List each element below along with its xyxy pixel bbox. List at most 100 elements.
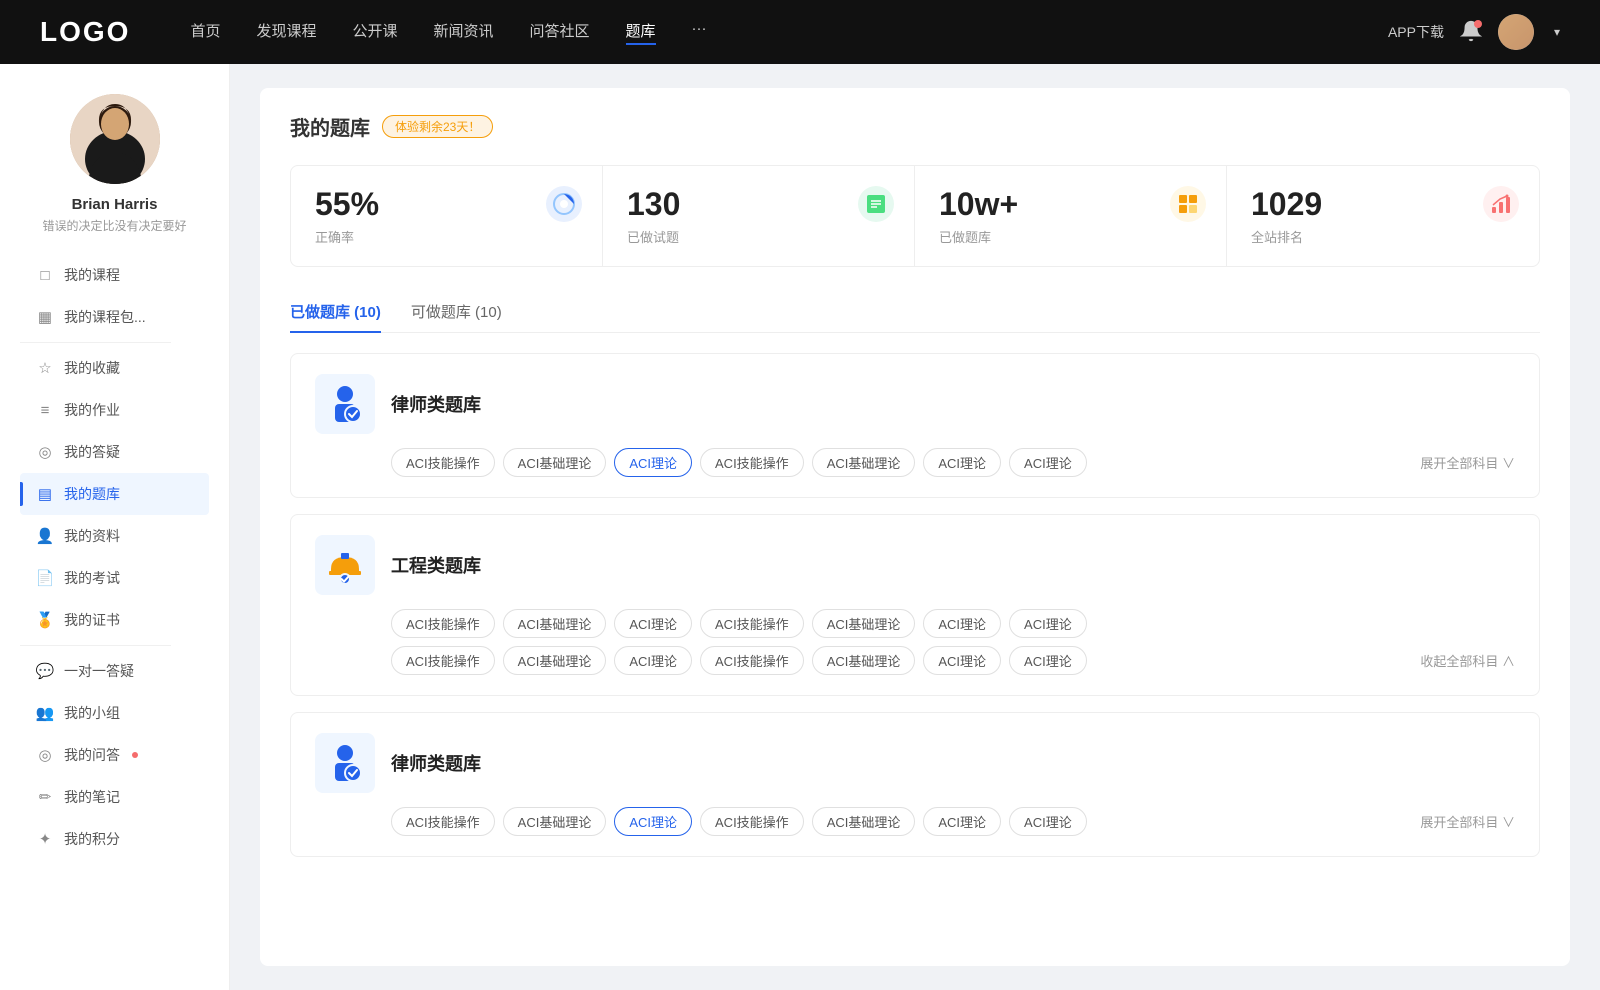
tag-1-0[interactable]: ACI技能操作 <box>391 609 495 638</box>
stat-accuracy: 55% 正确率 <box>291 166 603 266</box>
tag-1-s5[interactable]: ACI理论 <box>923 646 1001 675</box>
tag-1-2[interactable]: ACI理论 <box>614 609 692 638</box>
nav-qa[interactable]: 问答社区 <box>530 20 590 45</box>
tag-1-s0[interactable]: ACI技能操作 <box>391 646 495 675</box>
nav-discover[interactable]: 发现课程 <box>256 20 316 45</box>
sidebar-item-homework[interactable]: ≡ 我的作业 <box>20 389 209 431</box>
tag-row-1: ACI技能操作 ACI基础理论 ACI理论 ACI技能操作 ACI基础理论 AC… <box>315 609 1515 638</box>
tag-0-4[interactable]: ACI基础理论 <box>812 448 916 477</box>
tag-1-3[interactable]: ACI技能操作 <box>700 609 804 638</box>
stat-done-q-label: 已做试题 <box>627 227 679 246</box>
nav-right: APP下载 ▾ <box>1388 14 1560 50</box>
sidebar-item-course-package[interactable]: ▦ 我的课程包... <box>20 296 209 338</box>
nav-more[interactable]: ··· <box>692 20 707 45</box>
done-q-icon <box>858 186 894 222</box>
stat-ranking: 1029 全站排名 <box>1227 166 1539 266</box>
tag-0-0[interactable]: ACI技能操作 <box>391 448 495 477</box>
nav-home[interactable]: 首页 <box>190 20 220 45</box>
sidebar-item-exam[interactable]: 📄 我的考试 <box>20 557 209 599</box>
sidebar-item-courses[interactable]: □ 我的课程 <box>20 254 209 296</box>
tab-done[interactable]: 已做题库 (10) <box>290 291 381 332</box>
tag-2-1[interactable]: ACI基础理论 <box>503 807 607 836</box>
accuracy-icon <box>546 186 582 222</box>
stat-accuracy-value: 55% <box>315 186 379 223</box>
tab-available[interactable]: 可做题库 (10) <box>411 291 502 332</box>
sidebar-item-points[interactable]: ✦ 我的积分 <box>20 818 209 860</box>
tag-1-s2[interactable]: ACI理论 <box>614 646 692 675</box>
sidebar-item-certificate[interactable]: 🏅 我的证书 <box>20 599 209 641</box>
qbank-title-0: 律师类题库 <box>391 391 481 417</box>
stat-done-banks: 10w+ 已做题库 <box>915 166 1227 266</box>
qbank-header-1: 工程类题库 <box>315 535 1515 595</box>
points-icon: ✦ <box>36 830 54 848</box>
tag-1-s6[interactable]: ACI理论 <box>1009 646 1087 675</box>
qbank-card-2: 律师类题库 ACI技能操作 ACI基础理论 ACI理论 ACI技能操作 ACI基… <box>290 712 1540 857</box>
tag-0-1[interactable]: ACI基础理论 <box>503 448 607 477</box>
tag-collapse-1[interactable]: 收起全部科目 ∧ <box>1420 651 1515 670</box>
app-download-button[interactable]: APP下载 <box>1388 22 1444 42</box>
qbank-card-0: 律师类题库 ACI技能操作 ACI基础理论 ACI理论 ACI技能操作 ACI基… <box>290 353 1540 498</box>
sidebar-item-profile[interactable]: 👤 我的资料 <box>20 515 209 557</box>
qbank-title-2: 律师类题库 <box>391 750 481 776</box>
course-package-icon: ▦ <box>36 308 54 326</box>
certificate-icon: 🏅 <box>36 611 54 629</box>
tag-1-1[interactable]: ACI基础理论 <box>503 609 607 638</box>
exam-icon: 📄 <box>36 569 54 587</box>
profile-icon: 👤 <box>36 527 54 545</box>
tag-0-2[interactable]: ACI理论 <box>614 448 692 477</box>
sidebar-item-favorites[interactable]: ☆ 我的收藏 <box>20 347 209 389</box>
tag-1-s3[interactable]: ACI技能操作 <box>700 646 804 675</box>
page-header: 我的题库 体验剩余23天！ <box>290 112 1540 141</box>
sidebar-item-1on1[interactable]: 💬 一对一答疑 <box>20 650 209 692</box>
tag-1-5[interactable]: ACI理论 <box>923 609 1001 638</box>
nav-news[interactable]: 新闻资讯 <box>434 20 494 45</box>
group-icon: 👥 <box>36 704 54 722</box>
avatar-image <box>70 94 160 184</box>
notification-dot <box>1474 20 1482 28</box>
tag-1-4[interactable]: ACI基础理论 <box>812 609 916 638</box>
tag-2-0[interactable]: ACI技能操作 <box>391 807 495 836</box>
courses-icon: □ <box>36 266 54 284</box>
tag-expand-2[interactable]: 展开全部科目 ∨ <box>1420 812 1515 831</box>
tag-row-0: ACI技能操作 ACI基础理论 ACI理论 ACI技能操作 ACI基础理论 AC… <box>315 448 1515 477</box>
notes-icon: ✏ <box>36 788 54 806</box>
stat-accuracy-label: 正确率 <box>315 227 354 246</box>
tag-2-5[interactable]: ACI理论 <box>923 807 1001 836</box>
sidebar-menu: □ 我的课程 ▦ 我的课程包... ☆ 我的收藏 ≡ 我的作业 ◎ 我的答疑 ▤ <box>0 254 229 860</box>
user-menu-chevron[interactable]: ▾ <box>1554 25 1560 39</box>
sidebar-item-notes[interactable]: ✏ 我的笔记 <box>20 776 209 818</box>
stat-done-q-value: 130 <box>627 186 680 223</box>
tag-1-6[interactable]: ACI理论 <box>1009 609 1087 638</box>
tag-2-4[interactable]: ACI基础理论 <box>812 807 916 836</box>
nav-links: 首页 发现课程 公开课 新闻资讯 问答社区 题库 ··· <box>190 20 1388 45</box>
tag-expand-0[interactable]: 展开全部科目 ∨ <box>1420 453 1515 472</box>
divider-2 <box>20 645 171 646</box>
qbank-header-0: 律师类题库 <box>315 374 1515 434</box>
tag-0-3[interactable]: ACI技能操作 <box>700 448 804 477</box>
second-tag-row-1: ACI技能操作 ACI基础理论 ACI理论 ACI技能操作 ACI基础理论 AC… <box>315 646 1515 675</box>
tag-0-6[interactable]: ACI理论 <box>1009 448 1087 477</box>
qbank-header-2: 律师类题库 <box>315 733 1515 793</box>
nav-qbank[interactable]: 题库 <box>626 20 656 45</box>
tag-2-3[interactable]: ACI技能操作 <box>700 807 804 836</box>
tag-2-6[interactable]: ACI理论 <box>1009 807 1087 836</box>
sidebar-item-my-qa[interactable]: ◎ 我的问答 <box>20 734 209 776</box>
tag-1-s4[interactable]: ACI基础理论 <box>812 646 916 675</box>
navbar: LOGO 首页 发现课程 公开课 新闻资讯 问答社区 题库 ··· APP下载 … <box>0 0 1600 64</box>
tag-0-5[interactable]: ACI理论 <box>923 448 1001 477</box>
my-qa-icon: ◎ <box>36 746 54 764</box>
tag-2-2[interactable]: ACI理论 <box>614 807 692 836</box>
qbank-icon-engineer <box>315 535 375 595</box>
sidebar-item-qbank[interactable]: ▤ 我的题库 <box>20 473 209 515</box>
favorites-icon: ☆ <box>36 359 54 377</box>
homework-icon: ≡ <box>36 401 54 419</box>
page-layout: Brian Harris 错误的决定比没有决定要好 □ 我的课程 ▦ 我的课程包… <box>0 64 1600 990</box>
nav-open-course[interactable]: 公开课 <box>352 20 397 45</box>
notification-bell[interactable] <box>1460 20 1482 45</box>
sidebar-item-group[interactable]: 👥 我的小组 <box>20 692 209 734</box>
avatar[interactable] <box>1498 14 1534 50</box>
sidebar-item-qa[interactable]: ◎ 我的答疑 <box>20 431 209 473</box>
tag-1-s1[interactable]: ACI基础理论 <box>503 646 607 675</box>
user-avatar <box>70 94 160 184</box>
tag-row-2: ACI技能操作 ACI基础理论 ACI理论 ACI技能操作 ACI基础理论 AC… <box>315 807 1515 836</box>
